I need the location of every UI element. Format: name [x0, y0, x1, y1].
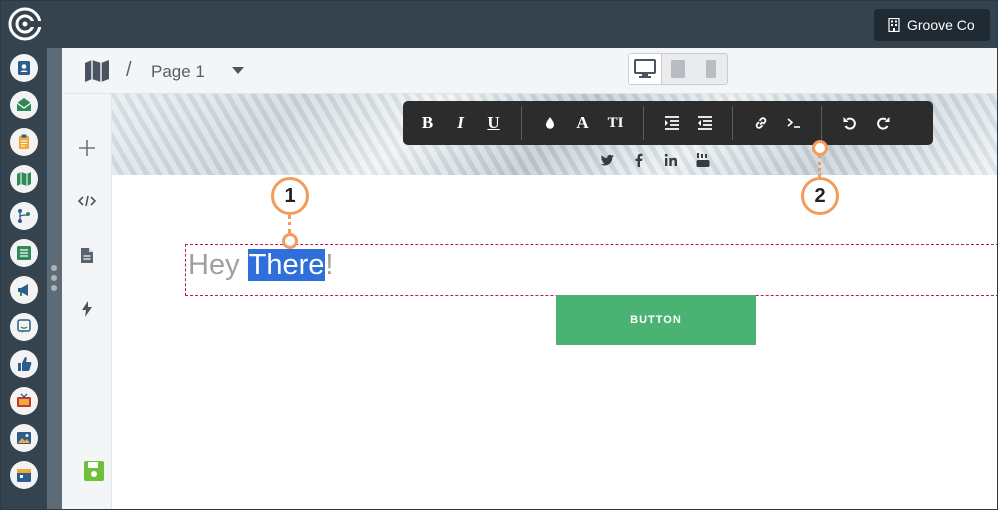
- rail-map[interactable]: [10, 165, 38, 193]
- clipboard-icon: [19, 134, 29, 149]
- page-name[interactable]: Page 1: [151, 62, 205, 82]
- resize-grip-dot: [51, 275, 57, 281]
- page-settings-button[interactable]: [76, 244, 98, 266]
- outdent-icon: [697, 116, 712, 130]
- flow-icon: [18, 209, 30, 223]
- groove-logo-icon[interactable]: [8, 7, 42, 41]
- save-icon[interactable]: [83, 460, 105, 482]
- underline-button[interactable]: U: [477, 101, 510, 145]
- tv-icon: [17, 393, 31, 407]
- list-icon: [17, 246, 31, 260]
- rail-megaphone[interactable]: [10, 276, 38, 304]
- callout-anchor-2: [812, 140, 828, 156]
- editor-tool-column: [62, 94, 112, 509]
- page-bar: / Page 1: [62, 48, 997, 94]
- redo-icon: [876, 117, 889, 130]
- thumbs-up-icon: [18, 357, 32, 371]
- rail-chat[interactable]: [10, 313, 38, 341]
- tablet-preview-button[interactable]: [662, 54, 694, 84]
- rail-list[interactable]: [10, 239, 38, 267]
- rail-calendar[interactable]: [10, 461, 38, 489]
- text-format-toolbar: B I U A TI: [403, 101, 933, 145]
- heading-text[interactable]: Hey There!: [188, 249, 333, 282]
- callout-marker-2: 2: [801, 177, 839, 215]
- lightning-icon: [82, 301, 92, 317]
- mobile-preview-button[interactable]: [695, 54, 727, 84]
- callout-anchor-1: [282, 233, 298, 249]
- actions-button[interactable]: [76, 298, 98, 320]
- facebook-icon[interactable]: [631, 152, 647, 168]
- mobile-icon: [705, 60, 716, 78]
- text-size-button[interactable]: TI: [599, 101, 632, 145]
- undo-icon: [843, 117, 856, 130]
- contacts-icon: [18, 61, 30, 75]
- toolbar-separator: [521, 106, 522, 140]
- selected-text[interactable]: There: [247, 249, 326, 281]
- toolbar-separator: [821, 106, 822, 140]
- merge-tag-button[interactable]: [777, 101, 810, 145]
- image-icon: [17, 432, 31, 444]
- social-links: [599, 152, 711, 168]
- heading-text-suffix[interactable]: !: [325, 249, 333, 281]
- cta-button[interactable]: BUTTON: [556, 295, 756, 345]
- text-element[interactable]: Hey There!: [185, 244, 997, 296]
- redo-button[interactable]: [866, 101, 899, 145]
- rail-tv[interactable]: [10, 387, 38, 415]
- linkedin-icon[interactable]: [663, 152, 679, 168]
- document-icon: [81, 247, 93, 263]
- desktop-preview-button[interactable]: [629, 54, 663, 84]
- breadcrumb-separator: /: [126, 59, 132, 81]
- app-rail: [1, 48, 47, 509]
- indent-icon: [664, 116, 679, 130]
- code-button[interactable]: [76, 190, 98, 212]
- rail-image[interactable]: [10, 424, 38, 452]
- rail-thumbs-up[interactable]: [10, 350, 38, 378]
- droplet-icon: [545, 117, 554, 129]
- terminal-icon: [786, 118, 800, 128]
- top-bar: Groove Co: [1, 1, 997, 48]
- code-icon: [78, 195, 96, 207]
- plus-icon: [79, 140, 95, 156]
- page-canvas: Hey There! BUTTON: [112, 94, 997, 509]
- add-element-button[interactable]: [76, 137, 98, 159]
- app-window: Groove Co / Page 1 Hey There! BUTTON B I…: [0, 0, 998, 510]
- chat-icon: [17, 319, 31, 333]
- building-icon: [888, 18, 900, 32]
- calendar-icon: [17, 469, 31, 482]
- folded-map-icon[interactable]: [84, 59, 110, 83]
- undo-button[interactable]: [833, 101, 866, 145]
- callout-leader-2: [818, 155, 821, 177]
- resize-grip-dot: [51, 285, 57, 291]
- callout-leader-1: [288, 215, 291, 233]
- map-icon: [17, 172, 31, 186]
- outdent-button[interactable]: [688, 101, 721, 145]
- rail-mail[interactable]: [10, 91, 38, 119]
- device-preview-group: [628, 53, 728, 85]
- font-family-button[interactable]: A: [566, 101, 599, 145]
- bold-button[interactable]: B: [411, 101, 444, 145]
- italic-button[interactable]: I: [444, 101, 477, 145]
- tablet-icon: [671, 60, 686, 78]
- rail-clipboard[interactable]: [10, 128, 38, 156]
- insert-link-button[interactable]: [744, 101, 777, 145]
- rail-flow[interactable]: [10, 202, 38, 230]
- twitter-icon[interactable]: [599, 152, 615, 168]
- mail-icon: [16, 98, 32, 111]
- indent-button[interactable]: [655, 101, 688, 145]
- rail-contacts[interactable]: [10, 54, 38, 82]
- youtube-icon[interactable]: [695, 152, 711, 168]
- heading-text-plain[interactable]: Hey: [188, 249, 248, 281]
- desktop-icon: [634, 59, 657, 78]
- callout-marker-1: 1: [271, 177, 309, 215]
- text-color-button[interactable]: [533, 101, 566, 145]
- link-icon: [755, 117, 766, 129]
- toolbar-separator: [643, 106, 644, 140]
- megaphone-icon: [18, 284, 28, 296]
- page-dropdown-caret-icon[interactable]: [232, 67, 244, 74]
- account-name: Groove Co: [907, 17, 975, 33]
- toolbar-separator: [732, 106, 733, 140]
- account-switcher-button[interactable]: Groove Co: [874, 9, 990, 41]
- resize-grip-dot: [51, 265, 57, 271]
